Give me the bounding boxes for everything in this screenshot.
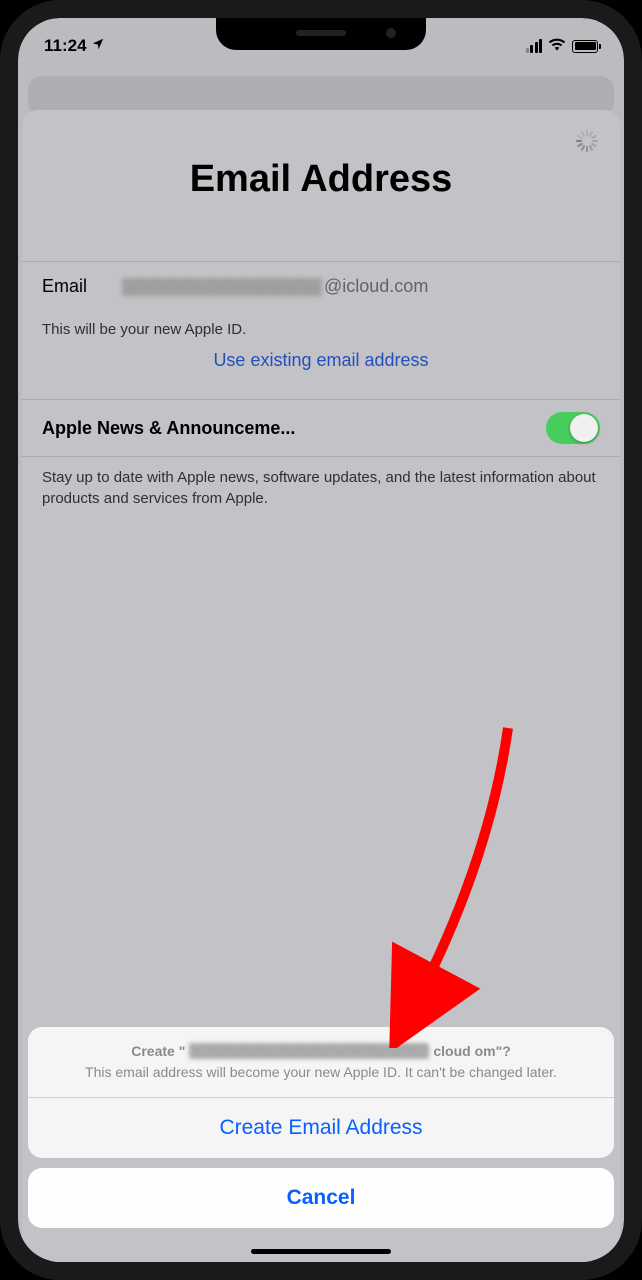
action-sheet-header: Create " cloud om"? This email address w… xyxy=(28,1027,614,1097)
battery-icon xyxy=(572,40,598,53)
redacted-sheet-email xyxy=(189,1043,429,1059)
create-email-address-button[interactable]: Create Email Address xyxy=(28,1097,614,1158)
cellular-icon xyxy=(526,39,543,53)
sheet-subtitle: This email address will become your new … xyxy=(48,1063,594,1083)
sheet-title-prefix: Create " xyxy=(131,1043,185,1059)
status-time: 11:24 xyxy=(44,36,87,56)
sheet-title-suffix: cloud om"? xyxy=(433,1043,510,1059)
notch xyxy=(216,18,426,50)
home-indicator[interactable] xyxy=(251,1249,391,1254)
cancel-button[interactable]: Cancel xyxy=(28,1168,614,1228)
wifi-icon xyxy=(548,36,566,56)
location-icon xyxy=(91,36,105,56)
action-sheet: Create " cloud om"? This email address w… xyxy=(28,1027,614,1228)
